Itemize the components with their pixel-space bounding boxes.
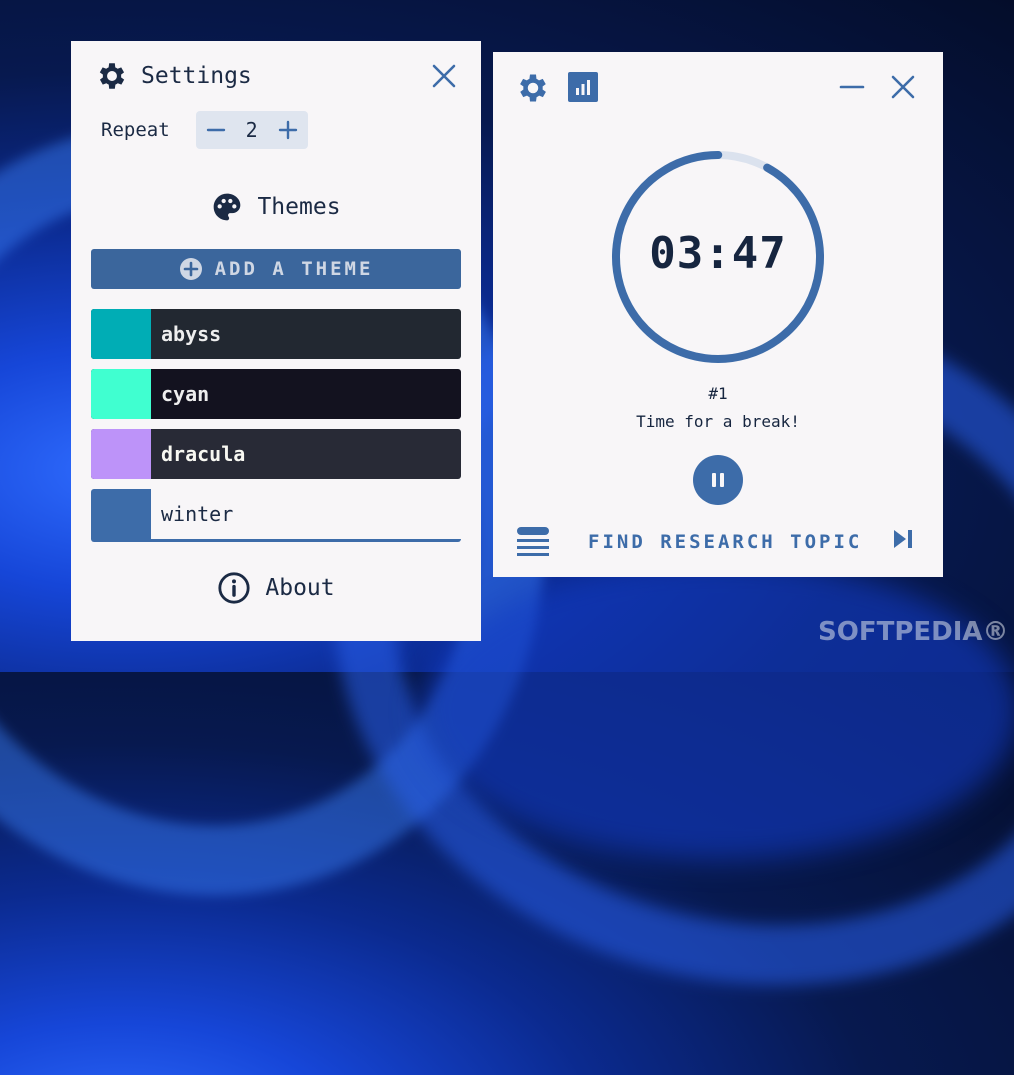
- about-heading[interactable]: About: [71, 571, 481, 605]
- gear-icon: [95, 59, 129, 93]
- theme-item-winter[interactable]: winter: [91, 489, 461, 542]
- theme-item-abyss[interactable]: abyss: [91, 309, 461, 359]
- theme-swatch: [91, 369, 151, 419]
- add-theme-button[interactable]: ADD A THEME: [91, 249, 461, 289]
- settings-title: Settings: [141, 63, 252, 89]
- theme-swatch: [91, 429, 151, 479]
- settings-window: Settings Repeat 2 Themes ADD A THEME aby…: [71, 41, 481, 641]
- theme-swatch: [91, 309, 151, 359]
- minimize-icon[interactable]: [839, 76, 865, 106]
- close-icon[interactable]: [431, 63, 457, 93]
- timer-window: 03:47 #1 Time for a break! FIND RESEARCH…: [493, 52, 943, 577]
- add-circle-icon: [179, 257, 203, 281]
- settings-header: Settings: [95, 59, 252, 93]
- gear-icon[interactable]: [515, 70, 551, 110]
- theme-swatch: [91, 489, 151, 539]
- minus-icon[interactable]: [206, 120, 226, 140]
- pause-button[interactable]: [693, 455, 743, 505]
- repeat-row: Repeat 2: [101, 111, 308, 149]
- info-icon: [217, 571, 251, 605]
- skip-icon[interactable]: [891, 527, 915, 555]
- plus-icon[interactable]: [278, 120, 298, 140]
- theme-name: abyss: [161, 322, 222, 346]
- wallpaper-swirl: [420, 560, 1014, 860]
- watermark: SOFTPEDIA®: [818, 617, 1009, 647]
- themes-heading: Themes: [71, 191, 481, 223]
- theme-name: winter: [161, 502, 234, 526]
- round-number: #1: [708, 384, 728, 403]
- palette-icon: [211, 191, 243, 223]
- theme-name: dracula: [161, 442, 246, 466]
- theme-name: cyan: [161, 382, 210, 406]
- themes-title: Themes: [257, 194, 341, 220]
- status-message: Time for a break!: [636, 412, 800, 431]
- repeat-label: Repeat: [101, 119, 170, 141]
- repeat-stepper: 2: [195, 111, 308, 149]
- theme-item-cyan[interactable]: cyan: [91, 369, 461, 419]
- stats-icon[interactable]: [568, 72, 598, 106]
- current-task[interactable]: FIND RESEARCH TOPIC: [588, 531, 862, 553]
- repeat-value: 2: [245, 118, 258, 142]
- task-list-icon[interactable]: [517, 527, 549, 561]
- pause-icon: [708, 470, 728, 490]
- about-title: About: [265, 575, 335, 601]
- add-theme-label: ADD A THEME: [214, 258, 374, 280]
- theme-item-dracula[interactable]: dracula: [91, 429, 461, 479]
- timer-display: 03:47: [649, 228, 787, 279]
- close-icon[interactable]: [890, 74, 916, 104]
